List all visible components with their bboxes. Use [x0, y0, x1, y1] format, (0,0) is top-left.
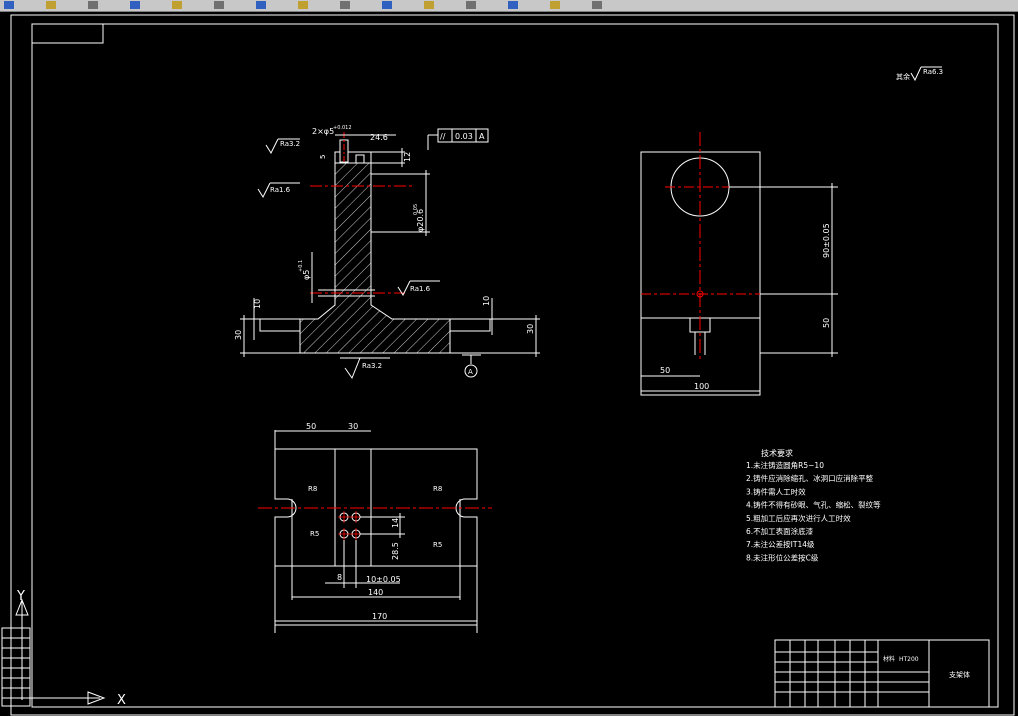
front-flange-left	[259, 318, 301, 332]
ucs-x-label: X	[117, 693, 126, 708]
dim-right-30: 30	[526, 324, 535, 334]
drawing-frame	[10, 14, 1015, 716]
tol-symbol: //	[440, 132, 446, 141]
top-body-outline	[274, 448, 478, 626]
ucs-y-label: Y	[16, 589, 25, 604]
dim-left-10: 10	[253, 299, 262, 309]
paste-icon[interactable]	[214, 1, 224, 9]
dim-top-50: 50	[306, 422, 316, 431]
note-item: 7.未注公差按IT14级	[746, 539, 815, 549]
layer-icon[interactable]	[508, 1, 518, 9]
dim-14: 14	[391, 518, 400, 528]
dim-right-10: 10	[482, 296, 491, 306]
properties-icon[interactable]	[466, 1, 476, 9]
global-roughness-prefix: 其余	[896, 72, 910, 81]
drawing-canvas[interactable]: 其余 Ra6.3 2×φ5 +0.012 24.6 12 5 // 0.03 A…	[0, 11, 1018, 716]
r-left-top: R8	[308, 485, 317, 493]
dim-hole-tol: +0.1	[298, 260, 304, 272]
r-right-bot: R5	[433, 541, 442, 549]
outer-border	[10, 14, 1015, 716]
note-item: 4.铸件不得有砂眼、气孔、缩松、裂纹等	[746, 500, 881, 510]
print-icon[interactable]	[88, 1, 98, 9]
inner-border	[31, 23, 999, 708]
r-left-bot: R5	[310, 530, 319, 538]
dim-100: 100	[694, 382, 709, 391]
material: HT200	[899, 656, 919, 663]
dim-170: 170	[372, 612, 387, 621]
note-item: 8.未注形位公差按C级	[746, 552, 819, 562]
note-item: 3.铸件需人工时效	[746, 486, 806, 496]
help-icon[interactable]	[592, 1, 602, 9]
note-item: 5.粗加工后应再次进行人工时效	[746, 513, 851, 523]
svg-text:Ra3.2: Ra3.2	[362, 362, 382, 370]
note-item: 1.未注铸造圆角R5−10	[746, 460, 824, 470]
rough-mid: Ra1.6	[257, 182, 300, 199]
global-roughness-value: Ra6.3	[923, 68, 943, 76]
pan-icon[interactable]	[340, 1, 350, 9]
zoom-icon[interactable]	[382, 1, 392, 9]
copy-icon[interactable]	[172, 1, 182, 9]
dim-8: 8	[337, 573, 342, 582]
dim-28-5: 28.5	[391, 542, 400, 560]
part-name: 支架体	[949, 670, 970, 679]
dim-top-width: 24.6	[370, 133, 388, 142]
global-roughness: 其余 Ra6.3	[896, 66, 943, 82]
dim-top-height: 12	[403, 152, 412, 162]
rough-hole: Ra1.6	[397, 280, 440, 297]
code-box	[31, 23, 104, 44]
dim-140: 140	[368, 588, 383, 597]
rough-bottom: Ra3.2	[340, 357, 390, 380]
dim-90: 90±0.05	[822, 223, 831, 258]
rough-top: Ra3.2	[265, 138, 300, 155]
tolerance-frame: // 0.03 A	[427, 128, 489, 150]
dim-left-small: 5	[319, 155, 327, 159]
undo-icon[interactable]	[256, 1, 266, 9]
front-slot-right	[355, 154, 365, 164]
front-section-hatch	[299, 162, 451, 354]
open-icon[interactable]	[4, 1, 14, 9]
ucs-icon: Y X	[1, 589, 126, 708]
cut-icon[interactable]	[130, 1, 140, 9]
dim-shaft-tol: 0.05	[413, 204, 419, 215]
zoom-window-icon[interactable]	[424, 1, 434, 9]
top-view: 50 30 R8 R5 R8 R5 14 28.5 8 10±0.05 140 …	[258, 422, 492, 633]
redo-icon[interactable]	[298, 1, 308, 9]
notes-title: 技术要求	[761, 448, 793, 458]
dim-10: 10±0.05	[366, 575, 401, 584]
save-icon[interactable]	[46, 1, 56, 9]
grid-icon[interactable]	[550, 1, 560, 9]
note-item: 6.不加工表面涂底漆	[746, 526, 814, 536]
datum-a: A	[462, 354, 481, 378]
dim-50-v: 50	[822, 318, 831, 328]
svg-text:Ra1.6: Ra1.6	[270, 186, 291, 194]
side-view: 90±0.05 50 50 100	[640, 132, 838, 396]
front-flange-right	[449, 318, 491, 332]
tol-value: 0.03	[455, 132, 473, 141]
technical-notes: 技术要求 1.未注铸造圆角R5−10 2.铸件应消除缩孔、冰洞口应消除平整 3.铸件…	[746, 448, 881, 562]
front-view: 2×φ5 +0.012 24.6 12 5 // 0.03 A φ20.6 0.…	[234, 125, 540, 380]
svg-text:Ra3.2: Ra3.2	[280, 140, 300, 148]
tol-datum: A	[479, 132, 485, 141]
svg-text:Ra1.6: Ra1.6	[410, 285, 431, 293]
svg-text:A: A	[468, 368, 473, 376]
dim-top-30: 30	[348, 422, 358, 431]
dim-slot: 2×φ5	[312, 127, 334, 136]
note-item: 2.铸件应消除缩孔、冰洞口应消除平整	[746, 473, 874, 483]
material-prefix: 材料	[883, 655, 895, 663]
dim-slot-tol: +0.012	[333, 125, 352, 131]
r-right-top: R8	[433, 485, 442, 493]
dim-50-h: 50	[660, 366, 670, 375]
dim-left-30: 30	[234, 330, 243, 340]
